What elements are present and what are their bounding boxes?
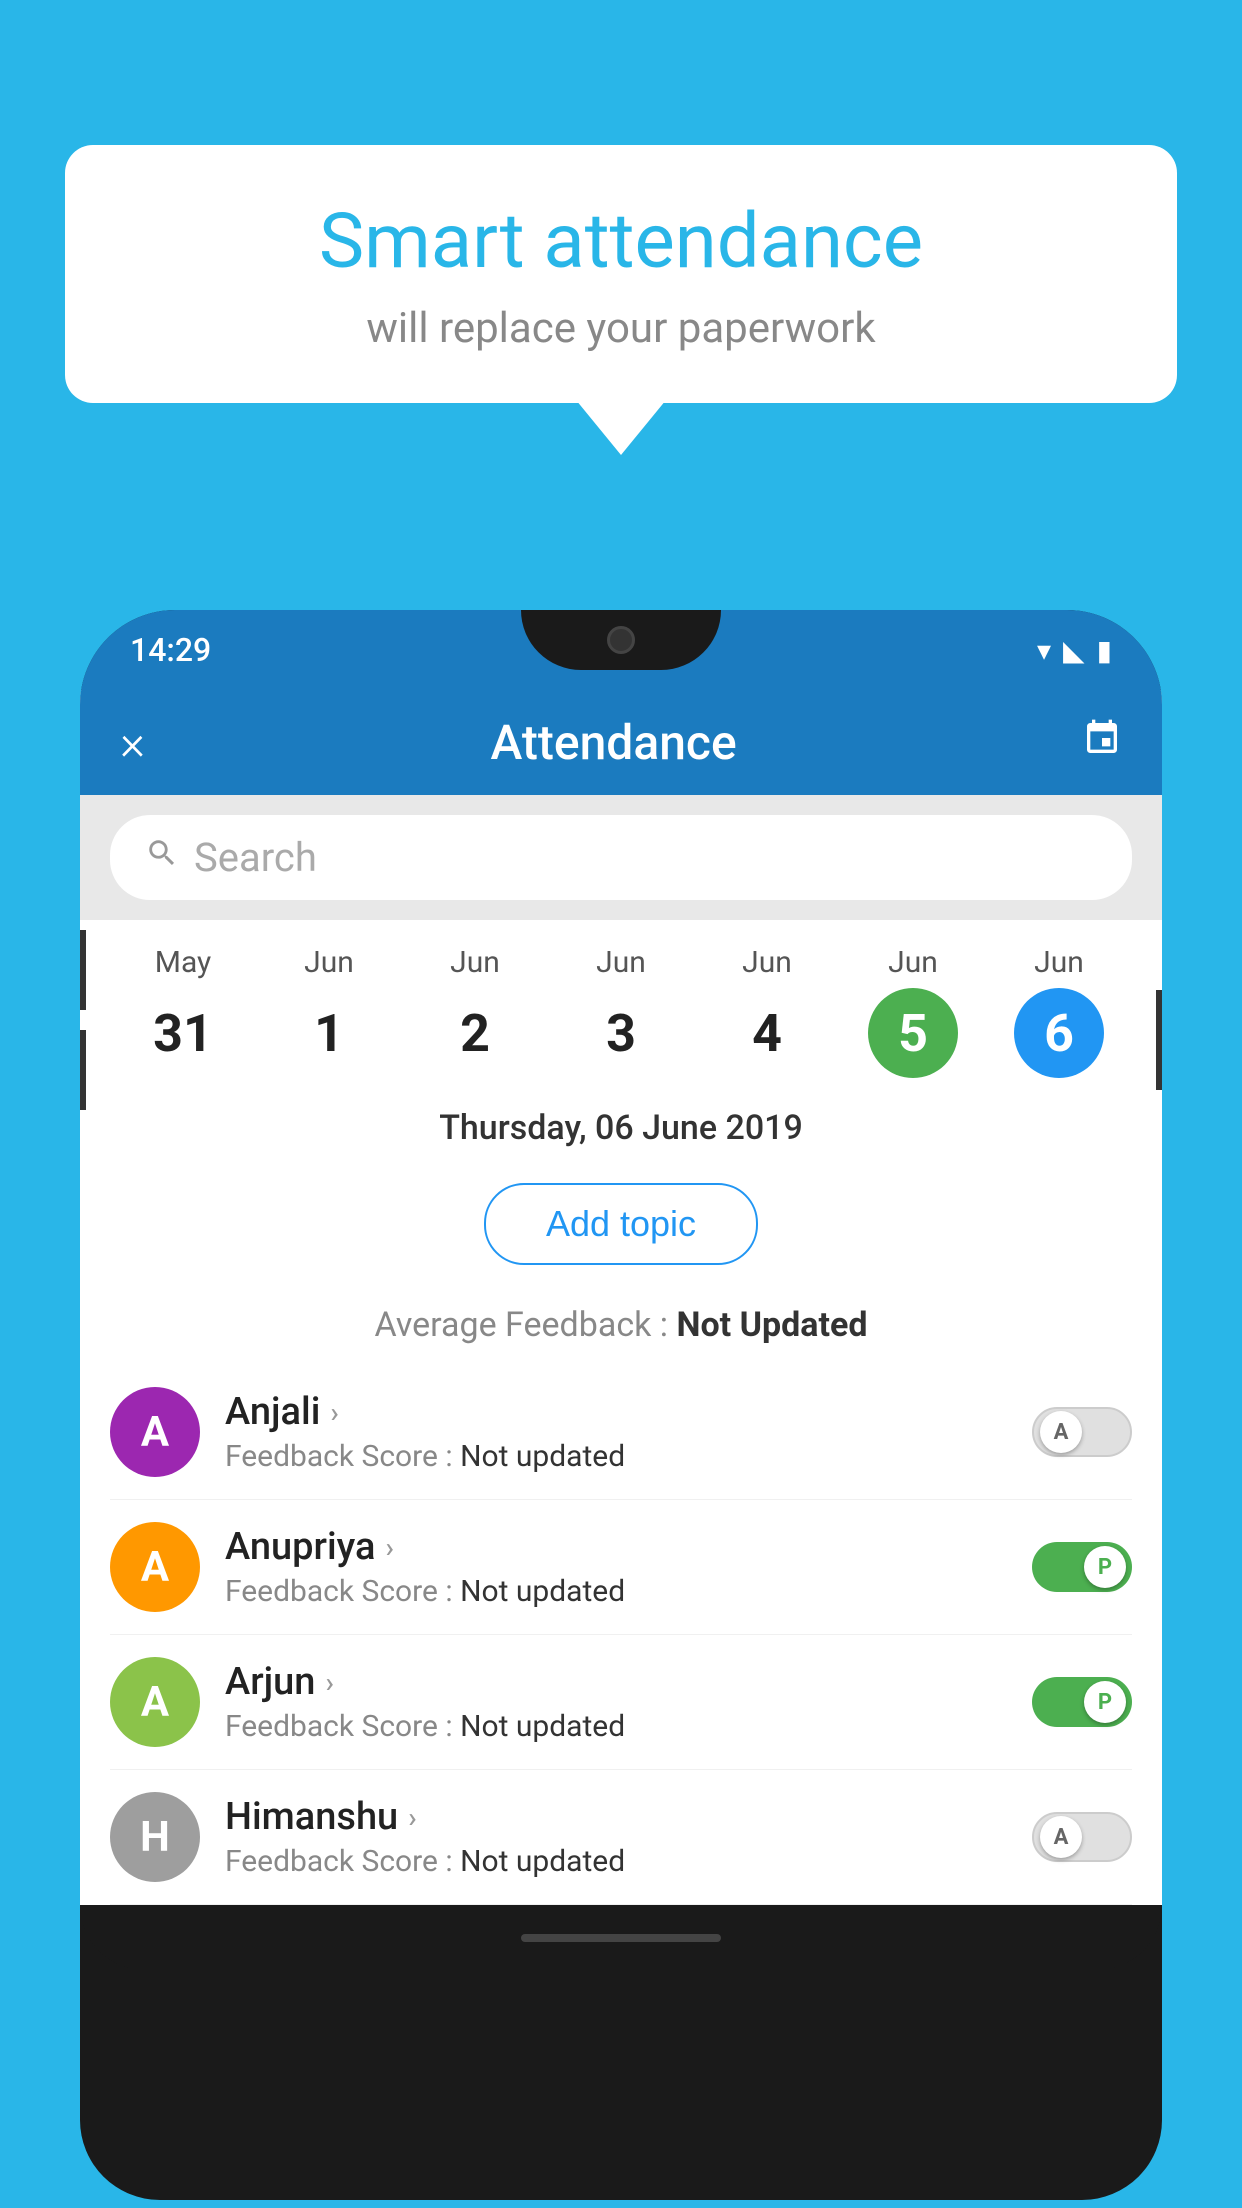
feedback-value: Not updated (460, 1439, 625, 1474)
toggle-knob: P (1084, 1546, 1126, 1588)
attendance-toggle[interactable]: A (1032, 1812, 1132, 1862)
student-item[interactable]: A Anupriya › Feedback Score : Not updated P (110, 1500, 1132, 1635)
feedback-value: Not updated (460, 1844, 625, 1879)
phone-power-button (1156, 990, 1162, 1090)
close-button[interactable]: × (120, 714, 145, 771)
phone-vol-down-button (80, 1030, 86, 1110)
student-info: Himanshu › Feedback Score : Not updated (225, 1795, 1007, 1879)
speech-bubble-container: Smart attendance will replace your paper… (65, 145, 1177, 403)
phone-vol-up-button (80, 930, 86, 1010)
cal-date-label: 5 (868, 988, 958, 1078)
student-avatar: A (110, 1522, 200, 1612)
calendar-icon[interactable] (1082, 718, 1122, 768)
calendar-day[interactable]: Jun 1 (284, 945, 374, 1078)
header-title: Attendance (490, 714, 736, 771)
selected-date-label: Thursday, 06 June 2019 (80, 1088, 1162, 1163)
attendance-toggle[interactable]: P (1032, 1542, 1132, 1592)
calendar-day[interactable]: May 31 (138, 945, 228, 1078)
status-icons: ▾ ◣ ▮ (1037, 634, 1112, 667)
student-item[interactable]: A Arjun › Feedback Score : Not updated P (110, 1635, 1132, 1770)
phone-container: 14:29 ▾ ◣ ▮ × Attendance (80, 610, 1162, 2208)
phone-notch (521, 610, 721, 670)
signal-icon: ◣ (1063, 634, 1085, 667)
phone-bottom-bar (80, 1905, 1162, 1970)
front-camera (607, 626, 635, 654)
toggle-knob: A (1040, 1816, 1082, 1858)
calendar-strip: May 31 Jun 1 Jun 2 Jun 3 Jun 4 Jun 5 Jun 6 (80, 920, 1162, 1088)
student-name: Arjun › (225, 1660, 1007, 1704)
student-info: Anjali › Feedback Score : Not updated (225, 1390, 1007, 1474)
home-indicator (521, 1934, 721, 1942)
toggle-container[interactable]: P (1032, 1677, 1132, 1727)
student-item[interactable]: A Anjali › Feedback Score : Not updated A (110, 1365, 1132, 1500)
chevron-icon: › (325, 1666, 333, 1699)
search-icon (145, 836, 179, 879)
student-avatar: H (110, 1792, 200, 1882)
toggle-container[interactable]: A (1032, 1407, 1132, 1457)
cal-date-label: 1 (284, 988, 374, 1078)
cal-date-label: 4 (722, 988, 812, 1078)
cal-date-label: 31 (138, 988, 228, 1078)
calendar-day[interactable]: Jun 4 (722, 945, 812, 1078)
cal-date-label: 3 (576, 988, 666, 1078)
search-bar-container: Search (80, 795, 1162, 920)
student-feedback: Feedback Score : Not updated (225, 1709, 1007, 1744)
attendance-toggle[interactable]: P (1032, 1677, 1132, 1727)
toggle-container[interactable]: P (1032, 1542, 1132, 1592)
search-bar[interactable]: Search (110, 815, 1132, 900)
chevron-icon: › (330, 1396, 338, 1429)
phone-outer: 14:29 ▾ ◣ ▮ × Attendance (80, 610, 1162, 2200)
status-time: 14:29 (130, 631, 211, 669)
calendar-day[interactable]: Jun 3 (576, 945, 666, 1078)
battery-icon: ▮ (1097, 634, 1112, 667)
app-header: × Attendance (80, 690, 1162, 795)
chevron-icon: › (408, 1801, 416, 1834)
status-bar: 14:29 ▾ ◣ ▮ (80, 610, 1162, 690)
student-avatar: A (110, 1657, 200, 1747)
search-input[interactable]: Search (194, 834, 317, 881)
add-topic-button[interactable]: Add topic (484, 1183, 758, 1265)
student-name: Himanshu › (225, 1795, 1007, 1839)
cal-date-label: 6 (1014, 988, 1104, 1078)
student-item[interactable]: H Himanshu › Feedback Score : Not updated A (110, 1770, 1132, 1905)
student-name: Anjali › (225, 1390, 1007, 1434)
cal-month-label: May (155, 945, 211, 980)
toggle-knob: P (1084, 1681, 1126, 1723)
student-info: Anupriya › Feedback Score : Not updated (225, 1525, 1007, 1609)
cal-month-label: Jun (1034, 945, 1084, 980)
student-name: Anupriya › (225, 1525, 1007, 1569)
student-list: AAnjali ›Feedback Score : Not updatedAAA… (80, 1365, 1162, 1905)
speech-bubble: Smart attendance will replace your paper… (65, 145, 1177, 403)
student-info: Arjun › Feedback Score : Not updated (225, 1660, 1007, 1744)
chevron-icon: › (385, 1531, 393, 1564)
student-feedback: Feedback Score : Not updated (225, 1439, 1007, 1474)
speech-bubble-title: Smart attendance (125, 200, 1117, 284)
toggle-container[interactable]: A (1032, 1812, 1132, 1862)
phone-screen: × Attendance Search (80, 690, 1162, 1905)
cal-month-label: Jun (304, 945, 354, 980)
calendar-day[interactable]: Jun 2 (430, 945, 520, 1078)
speech-bubble-subtitle: will replace your paperwork (125, 304, 1117, 353)
avg-feedback: Average Feedback : Not Updated (80, 1290, 1162, 1365)
feedback-value: Not updated (460, 1574, 625, 1609)
speech-bubble-arrow (576, 400, 666, 455)
cal-month-label: Jun (742, 945, 792, 980)
cal-month-label: Jun (450, 945, 500, 980)
student-feedback: Feedback Score : Not updated (225, 1844, 1007, 1879)
calendar-day[interactable]: Jun 6 (1014, 945, 1104, 1078)
calendar-day[interactable]: Jun 5 (868, 945, 958, 1078)
avg-feedback-label: Average Feedback : (375, 1305, 677, 1345)
toggle-knob: A (1040, 1411, 1082, 1453)
student-avatar: A (110, 1387, 200, 1477)
cal-date-label: 2 (430, 988, 520, 1078)
student-feedback: Feedback Score : Not updated (225, 1574, 1007, 1609)
attendance-toggle[interactable]: A (1032, 1407, 1132, 1457)
cal-month-label: Jun (888, 945, 938, 980)
feedback-value: Not updated (460, 1709, 625, 1744)
avg-feedback-value: Not Updated (676, 1305, 867, 1345)
cal-month-label: Jun (596, 945, 646, 980)
wifi-icon: ▾ (1037, 634, 1051, 667)
